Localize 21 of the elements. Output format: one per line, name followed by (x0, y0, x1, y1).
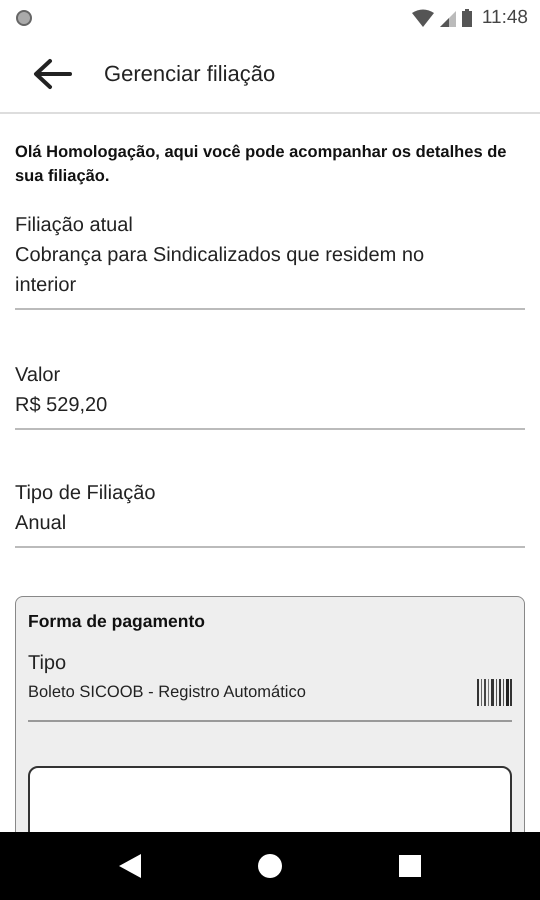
card-title: Forma de pagamento (28, 611, 206, 632)
battery-icon (462, 9, 472, 27)
field-label: Valor (15, 363, 62, 388)
field-value: R$ 529,20 (15, 393, 108, 418)
status-time: 11:48 (482, 7, 528, 29)
type-label: Tipo (28, 652, 68, 675)
wifi-icon (412, 9, 434, 27)
field-label: Filiação atual (15, 213, 134, 238)
home-icon[interactable] (258, 854, 282, 878)
notification-icon (16, 10, 32, 26)
back-icon[interactable] (118, 854, 141, 878)
back-arrow-icon[interactable] (32, 58, 72, 90)
field-value: Cobrança para Sindicalizados que residem no interior (15, 243, 426, 298)
screen-title: Gerenciar filiação (104, 61, 276, 87)
signal-icon (440, 9, 456, 27)
type-value: Boleto SICOOB - Registro Automático (28, 683, 306, 702)
field-label: Tipo de Filiação (15, 481, 156, 506)
field-value: Anual (15, 511, 68, 536)
recents-icon[interactable] (399, 855, 422, 877)
intro-text: Olá Homologação, aqui você pode acompanhar os detalhes de sua filiação. (15, 142, 508, 187)
barcode-icon (477, 679, 512, 706)
